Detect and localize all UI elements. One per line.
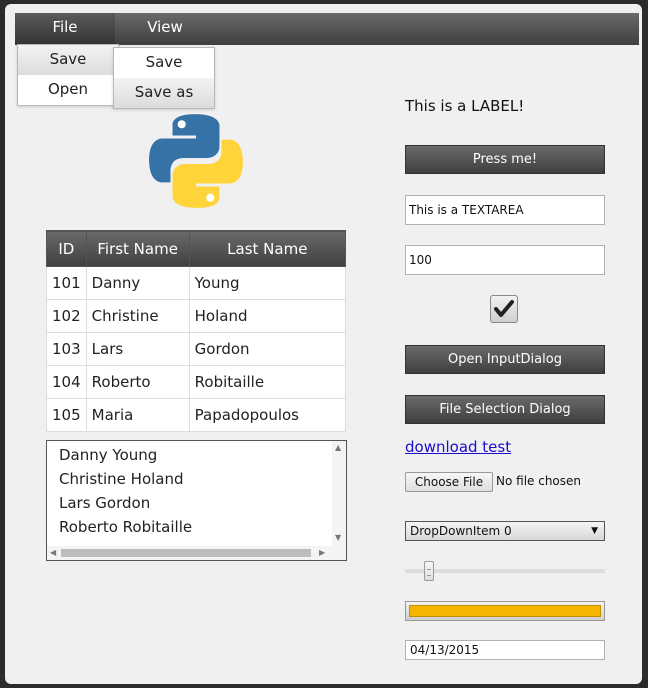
- cell-id: 102: [46, 299, 87, 333]
- file-menu-open[interactable]: Open: [18, 75, 118, 105]
- chevron-down-icon: ▼: [591, 526, 598, 536]
- table-row[interactable]: 105 Maria Papadopoulos: [46, 398, 347, 432]
- view-menu-save-as[interactable]: Save as: [114, 78, 214, 108]
- table-header-row: ID First Name Last Name: [46, 230, 347, 267]
- view-menu-dropdown: Save Save as: [113, 47, 215, 109]
- list-item[interactable]: Roberto Robitaille: [47, 515, 192, 539]
- cell-first-name: Roberto: [85, 365, 190, 399]
- cell-last-name: Gordon: [188, 332, 347, 366]
- cell-first-name: Christine: [85, 299, 190, 333]
- sample-label: This is a LABEL!: [405, 97, 525, 115]
- menu-file[interactable]: File: [15, 13, 115, 45]
- file-menu-dropdown: Save Open: [17, 44, 119, 106]
- cell-last-name: Holand: [188, 299, 347, 333]
- slider-handle[interactable]: [424, 561, 434, 581]
- number-field[interactable]: 100: [405, 245, 605, 275]
- dropdown-select[interactable]: DropDownItem 0 ▼: [405, 521, 605, 541]
- people-table: ID First Name Last Name 101 Danny Young …: [46, 230, 347, 432]
- cell-id: 101: [46, 266, 87, 300]
- python-logo-icon: [149, 114, 243, 208]
- cell-last-name: Papadopoulos: [188, 398, 347, 432]
- cell-last-name: Young: [188, 266, 347, 300]
- people-listbox[interactable]: Danny Young Christine Holand Lars Gordon…: [46, 440, 347, 561]
- scroll-down-arrow-icon[interactable]: ▼: [335, 533, 341, 542]
- slider-track[interactable]: [405, 569, 605, 573]
- date-field[interactable]: 04/13/2015: [405, 640, 605, 660]
- table-row[interactable]: 103 Lars Gordon: [46, 332, 347, 366]
- download-test-link[interactable]: download test: [405, 438, 511, 456]
- list-item[interactable]: Lars Gordon: [47, 491, 192, 515]
- list-item[interactable]: Danny Young: [47, 443, 192, 467]
- dropdown-selected-value: DropDownItem 0: [410, 524, 512, 538]
- cell-last-name: Robitaille: [188, 365, 347, 399]
- scroll-left-arrow-icon[interactable]: ◀: [50, 548, 56, 557]
- cell-first-name: Danny: [85, 266, 190, 300]
- choose-file-button[interactable]: Choose File: [405, 472, 493, 492]
- app-window: File View Save Open Save Save as ID Firs…: [5, 4, 642, 684]
- cell-id: 105: [46, 398, 87, 432]
- file-menu-save[interactable]: Save: [18, 45, 118, 75]
- table-row[interactable]: 101 Danny Young: [46, 266, 347, 300]
- scroll-up-arrow-icon[interactable]: ▲: [335, 443, 341, 452]
- scroll-right-arrow-icon[interactable]: ▶: [319, 548, 325, 557]
- cell-id: 103: [46, 332, 87, 366]
- no-file-chosen-text: No file chosen: [496, 474, 582, 488]
- progress-fill: [409, 605, 601, 617]
- table-row[interactable]: 102 Christine Holand: [46, 299, 347, 333]
- progress-bar: [405, 601, 605, 621]
- column-header-last-name[interactable]: Last Name: [188, 230, 347, 267]
- list-item[interactable]: Christine Holand: [47, 467, 192, 491]
- horizontal-scroll-thumb[interactable]: [61, 549, 311, 557]
- cell-first-name: Lars: [85, 332, 190, 366]
- open-input-dialog-button[interactable]: Open InputDialog: [405, 345, 605, 374]
- textarea-field[interactable]: This is a TEXTAREA: [405, 195, 605, 225]
- press-me-button[interactable]: Press me!: [405, 145, 605, 174]
- column-header-first-name[interactable]: First Name: [85, 230, 190, 267]
- checkmark-icon: [494, 300, 514, 317]
- checkbox[interactable]: [490, 295, 518, 323]
- cell-id: 104: [46, 365, 87, 399]
- view-menu-save[interactable]: Save: [114, 48, 214, 78]
- table-row[interactable]: 104 Roberto Robitaille: [46, 365, 347, 399]
- column-header-id[interactable]: ID: [46, 230, 87, 267]
- cell-first-name: Maria: [85, 398, 190, 432]
- vertical-scrollbar[interactable]: ▲ ▼: [332, 441, 346, 546]
- menu-view[interactable]: View: [115, 13, 215, 45]
- horizontal-scrollbar[interactable]: ◀ ▶: [47, 546, 346, 560]
- menubar: File View: [15, 13, 639, 45]
- file-selection-dialog-button[interactable]: File Selection Dialog: [405, 395, 605, 424]
